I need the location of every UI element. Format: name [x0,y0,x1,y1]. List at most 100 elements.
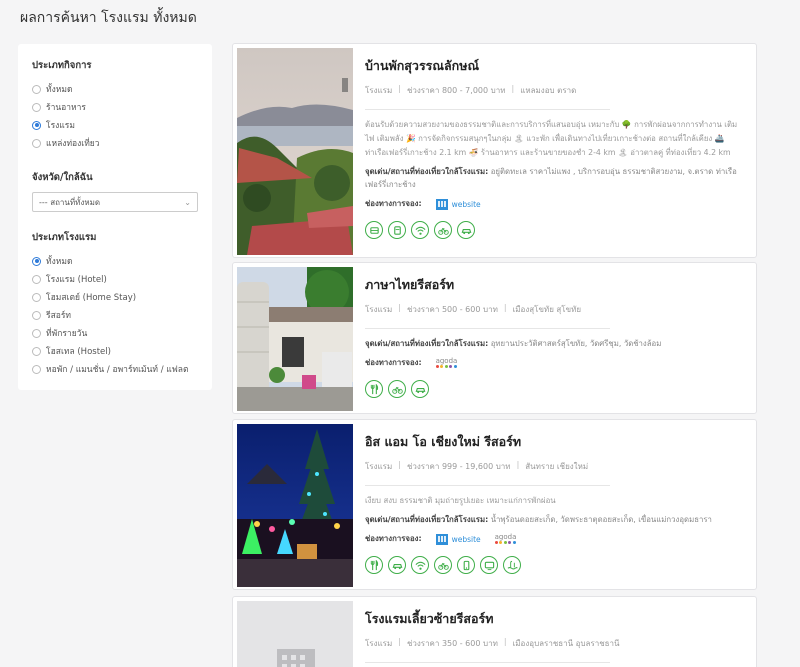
hotel-card[interactable]: ภาษาไทยรีสอร์ท โรงแรม | ช่วงราคา 500 - 60… [232,262,757,414]
filter-option[interactable]: โรงแรม (Hotel) [32,270,198,288]
filter-option[interactable]: ร้านอาหาร [32,98,198,116]
hotel-card[interactable]: บ้านพักสุวรรณลักษณ์ โรงแรม | ช่วงราคา 800… [232,43,757,258]
province-filter: จังหวัด/ใกล้ฉัน --- สถานที่ทั้งหมด ⌄ [32,170,198,212]
hotel-nearby: จุดเด่น/สถานที่ท่องเที่ยวใกล้โรงแรม: อยู… [365,165,743,191]
radio-button[interactable] [32,310,41,320]
hotel-type: โรงแรม [365,462,393,471]
booking-label: ช่องทางการจอง: [365,534,422,543]
nearby-label: จุดเด่น/สถานที่ท่องเที่ยวใกล้โรงแรม: [365,167,489,176]
booking-row: ช่องทางการจอง: website [365,198,746,210]
category-filter: ประเภทกิจการ ทั้งหมด ร้านอาหารโรงแรมแหล่ง… [32,58,198,152]
hotel-card[interactable]: โรงแรมเลี้ยวซ้ายรีสอร์ท โรงแรม | ช่วงราคา… [232,596,757,667]
hotel-photo-placeholder[interactable] [237,601,353,667]
hotel-location: สันทราย เชียงใหม่ [525,462,589,471]
hotel-type-filter-title: ประเภทโรงแรม [32,232,97,243]
filter-option[interactable]: ทั้งหมด [32,252,198,270]
divider [365,328,610,329]
filter-option-label: โฮมสเตย์ (Home Stay) [46,293,137,303]
hotel-card[interactable]: อิส แอม โอ เชียงใหม่ รีสอร์ท โรงแรม | ช่ว… [232,419,757,590]
hotel-content: บ้านพักสุวรรณลักษณ์ โรงแรม | ช่วงราคา 800… [365,56,746,239]
divider [365,662,610,663]
hotel-name[interactable]: ภาษาไทยรีสอร์ท [365,275,746,295]
agoda-logo: agoda [435,357,458,365]
hotel-content: โรงแรมเลี้ยวซ้ายรีสอร์ท โรงแรม | ช่วงราคา… [365,609,746,667]
filter-option[interactable]: ที่พักรายวัน [32,324,198,342]
booking-row: ช่องทางการจอง: agoda [365,357,746,369]
car-icon [388,556,406,574]
radio-button[interactable] [32,328,41,338]
hotel-location: เมืองอุบลราชธานี อุบลราชธานี [512,639,620,648]
filter-option[interactable]: โรงแรม [32,116,198,134]
radio-button[interactable] [32,120,41,130]
hotel-name[interactable]: บ้านพักสุวรรณลักษณ์ [365,56,746,76]
radio-button[interactable] [32,256,41,266]
agoda-booking-link[interactable]: agoda [494,533,517,544]
hotel-location: เมืองสุโขทัย สุโขทัย [512,305,582,314]
hotel-photo[interactable] [237,424,353,587]
hotel-price: ช่วงราคา 999 - 19,600 บาท [406,462,511,471]
hotel-meta: โรงแรม | ช่วงราคา 999 - 19,600 บาท | สันทร… [365,460,589,471]
hotel-name[interactable]: โรงแรมเลี้ยวซ้ายรีสอร์ท [365,609,746,629]
filter-option-label: ที่พักรายวัน [46,329,88,339]
hotel-description: เงียบ สงบ ธรรมชาติ มุมถ่ายรูปเยอะ เหมาะแ… [365,496,556,505]
amenities [365,221,746,239]
radio-button[interactable] [32,102,41,112]
filter-option[interactable]: แหล่งท่องเที่ยว [32,134,198,152]
filter-option[interactable]: รีสอร์ท [32,306,198,324]
tv-icon [480,556,498,574]
hotel-price: ช่วงราคา 350 - 600 บาท [406,639,498,648]
hotel-description: ต้อนรับด้วยความสวยงามของธรรมชาติและการบร… [365,120,738,157]
hotel-location: แหลมงอบ ตราด [520,86,577,95]
hotel-photo[interactable] [237,48,353,255]
nearby-label: จุดเด่น/สถานที่ท่องเที่ยวใกล้โรงแรม: [365,515,489,524]
filter-option[interactable]: โฮมสเตย์ (Home Stay) [32,288,198,306]
category-filter-title: ประเภทกิจการ [32,60,92,71]
hotel-photo[interactable] [237,267,353,411]
divider [365,485,610,486]
website-booking-link[interactable]: website [435,533,481,545]
fork-knife-icon [365,556,383,574]
bicycle-icon [434,556,452,574]
fork-knife-icon [365,380,383,398]
filter-option-label: โฮสเทล (Hostel) [46,347,111,357]
car-icon [457,221,475,239]
agoda-logo: agoda [494,533,517,541]
booking-label: ช่องทางการจอง: [365,199,422,208]
building-icon [435,198,448,210]
nearby-label: จุดเด่น/สถานที่ท่องเที่ยวใกล้โรงแรม: [365,339,489,348]
page-title: ผลการค้นหา โรงแรม ทั้งหมด [20,10,197,26]
hotel-nearby: จุดเด่น/สถานที่ท่องเที่ยวใกล้โรงแรม: อุท… [365,337,743,350]
filter-option-label: ทั้งหมด [46,257,73,267]
nearby-text: น้ำพุร้อนดอยสะเก็ด, วัดพระธาตุดอยสะเก็ด,… [490,515,712,524]
restaurant-icon [365,221,383,239]
filter-option[interactable]: หอพัก / แมนชั่น / อพาร์ทเม้นท์ / แฟลต [32,360,198,378]
wifi-icon [411,221,429,239]
radio-button[interactable] [32,364,41,374]
radio-button[interactable] [32,274,41,284]
radio-button[interactable] [32,84,41,94]
nearby-text: อุทยานประวัติศาสตร์สุโขทัย, วัดศรีชุม, ว… [490,339,662,348]
province-select[interactable]: --- สถานที่ทั้งหมด ⌄ [32,192,198,212]
website-booking-link[interactable]: website [435,198,481,210]
filter-option-label: โรงแรม [46,121,75,131]
hotel-meta: โรงแรม | ช่วงราคา 350 - 600 บาท | เมืองอุบ… [365,637,620,648]
radio-button[interactable] [32,292,41,302]
booking-row: ช่องทางการจอง: website agoda [365,533,746,545]
filter-option[interactable]: โฮสเทล (Hostel) [32,342,198,360]
phone-icon [457,556,475,574]
divider [365,109,610,110]
radio-button[interactable] [32,138,41,148]
hotel-type: โรงแรม [365,86,393,95]
bicycle-icon [388,380,406,398]
filter-option-label: แหล่งท่องเที่ยว [46,139,100,149]
filter-option-label: หอพัก / แมนชั่น / อพาร์ทเม้นท์ / แฟลต [46,365,189,375]
radio-button[interactable] [32,346,41,356]
building-icon [435,533,448,545]
hotel-content: ภาษาไทยรีสอร์ท โรงแรม | ช่วงราคา 500 - 60… [365,275,746,398]
agoda-booking-link[interactable]: agoda [435,357,458,368]
filter-option[interactable]: ทั้งหมด [32,80,198,98]
hotel-price: ช่วงราคา 500 - 600 บาท [406,305,498,314]
amenities [365,556,746,574]
hotel-name[interactable]: อิส แอม โอ เชียงใหม่ รีสอร์ท [365,432,746,452]
province-select-value: --- สถานที่ทั้งหมด [39,197,101,207]
